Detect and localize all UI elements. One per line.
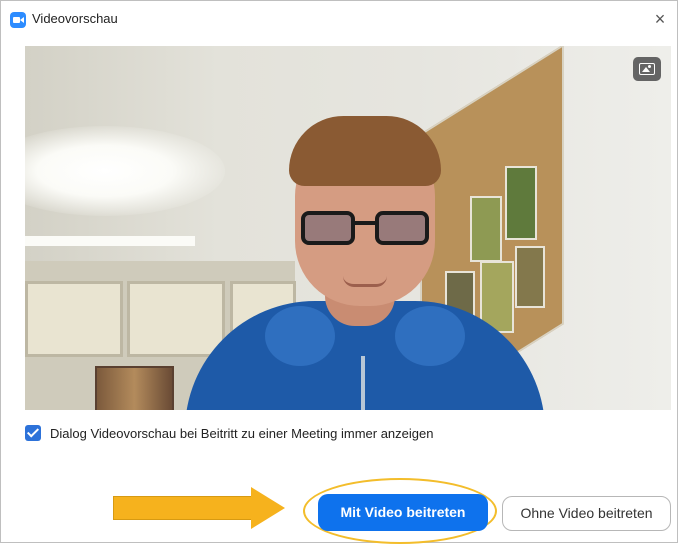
arrow-head (251, 487, 285, 529)
join-with-video-button[interactable]: Mit Video beitreten (318, 494, 488, 531)
hair (289, 116, 441, 186)
join-without-video-button[interactable]: Ohne Video beitreten (502, 496, 671, 531)
light-strip (25, 236, 195, 246)
always-show-preview-checkbox[interactable] (25, 425, 41, 441)
mouth (343, 276, 387, 287)
glasses-lens-right (375, 211, 429, 245)
always-show-preview-label: Dialog Videovorschau bei Beitritt zu ein… (50, 425, 434, 441)
arrow-shaft (113, 496, 253, 520)
video-preview-dialog: Videovorschau × Dialog Videovorschau bei… (0, 0, 678, 544)
close-icon[interactable]: × (649, 8, 671, 30)
person-in-camera (185, 106, 545, 410)
hood-right (395, 306, 465, 366)
glasses-lens-left (301, 211, 355, 245)
always-show-preview-option[interactable]: Dialog Videovorschau bei Beitritt zu ein… (25, 423, 433, 443)
zipper (361, 356, 365, 410)
background-image-icon[interactable] (633, 57, 661, 81)
glasses (301, 211, 429, 247)
title-bar: Videovorschau × (1, 1, 677, 41)
zoom-app-icon (10, 12, 26, 28)
hood-left (265, 306, 335, 366)
sun-icon (648, 65, 651, 68)
annotation-arrow (113, 487, 285, 529)
window-pane (25, 281, 123, 357)
wall-picture (95, 366, 174, 410)
dialog-title: Videovorschau (32, 11, 118, 26)
glasses-bridge (353, 221, 377, 225)
camera-preview (25, 46, 671, 410)
